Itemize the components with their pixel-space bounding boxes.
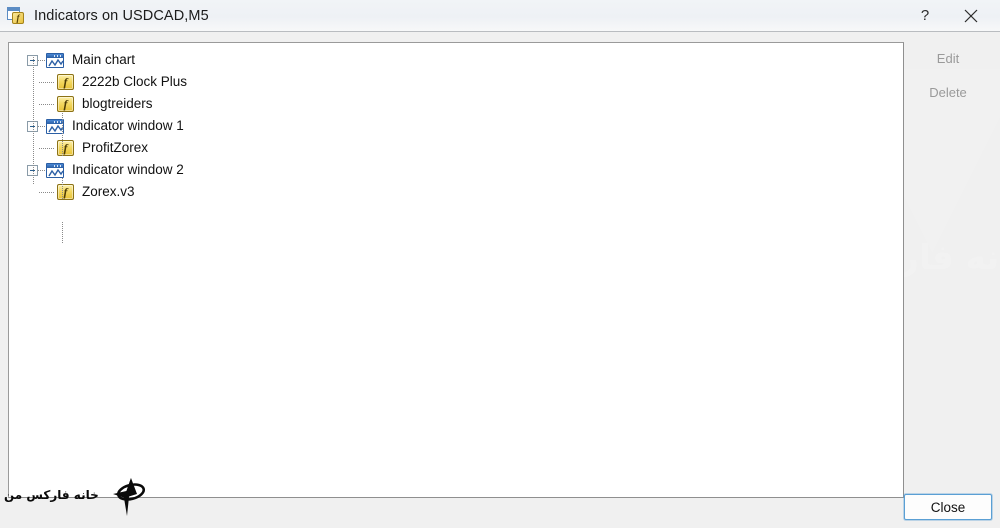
tree-node-indicator-window-2[interactable]: Indicator window 2: [9, 159, 903, 181]
tree-item-label: 2222b Clock Plus: [82, 74, 188, 89]
tree-item-zorex-v3[interactable]: f Zorex.v3: [9, 181, 903, 203]
tree-connector: [39, 103, 55, 105]
tree-trunk-line: [33, 57, 34, 185]
tree-node-label: Indicator window 2: [72, 162, 184, 177]
tree-connector: [39, 191, 55, 193]
tree-connector: [38, 169, 46, 171]
tree-connector: [38, 59, 46, 61]
edit-button[interactable]: Edit: [904, 46, 992, 70]
tree-node-label: Main chart: [72, 52, 136, 67]
window-title: Indicators on USDCAD,M5: [34, 7, 209, 24]
indicators-dialog: ▼ ▼ خانه فارکس من خانه فارکس من f Indica…: [0, 0, 1000, 528]
tree-item-profitzorex[interactable]: f ProfitZorex: [9, 137, 903, 159]
tree-branch-line: [62, 222, 63, 244]
tree-node-main-chart[interactable]: Main chart: [9, 49, 903, 71]
help-button[interactable]: ?: [902, 0, 948, 31]
tree-connector: [39, 81, 55, 83]
chart-window-icon: [46, 162, 64, 178]
title-bar: f Indicators on USDCAD,M5 ?: [0, 0, 1000, 32]
fx-indicator-icon: f: [57, 74, 74, 90]
tree-branch-line: [62, 113, 63, 157]
fx-indicator-icon: f: [57, 96, 74, 112]
chart-window-icon: [46, 52, 64, 68]
indicator-tree[interactable]: Main chart f 2222b Clock Plus f blogtrei…: [9, 43, 903, 244]
close-button[interactable]: Close: [904, 494, 992, 520]
indicator-list-panel[interactable]: Main chart f 2222b Clock Plus f blogtrei…: [8, 42, 904, 498]
window-icon: f: [7, 6, 25, 25]
tree-item-label: Zorex.v3: [82, 184, 135, 199]
close-icon[interactable]: [948, 0, 994, 31]
tree-node-indicator-window-1[interactable]: Indicator window 1: [9, 115, 903, 137]
fx-indicator-icon: f: [57, 140, 74, 156]
tree-node-label: Indicator window 1: [72, 118, 184, 133]
fx-indicator-icon: f: [57, 184, 74, 200]
fx-badge-icon: f: [12, 11, 24, 24]
tree-item-2222b-clock-plus[interactable]: f 2222b Clock Plus: [9, 71, 903, 93]
tree-branch-line: [62, 178, 63, 200]
tree-item-label: blogtreiders: [82, 96, 153, 111]
delete-button[interactable]: Delete: [904, 80, 992, 104]
tree-connector: [39, 147, 55, 149]
tree-item-label: ProfitZorex: [82, 140, 149, 155]
tree-connector: [38, 125, 46, 127]
tree-item-blogtreiders[interactable]: f blogtreiders: [9, 93, 903, 115]
